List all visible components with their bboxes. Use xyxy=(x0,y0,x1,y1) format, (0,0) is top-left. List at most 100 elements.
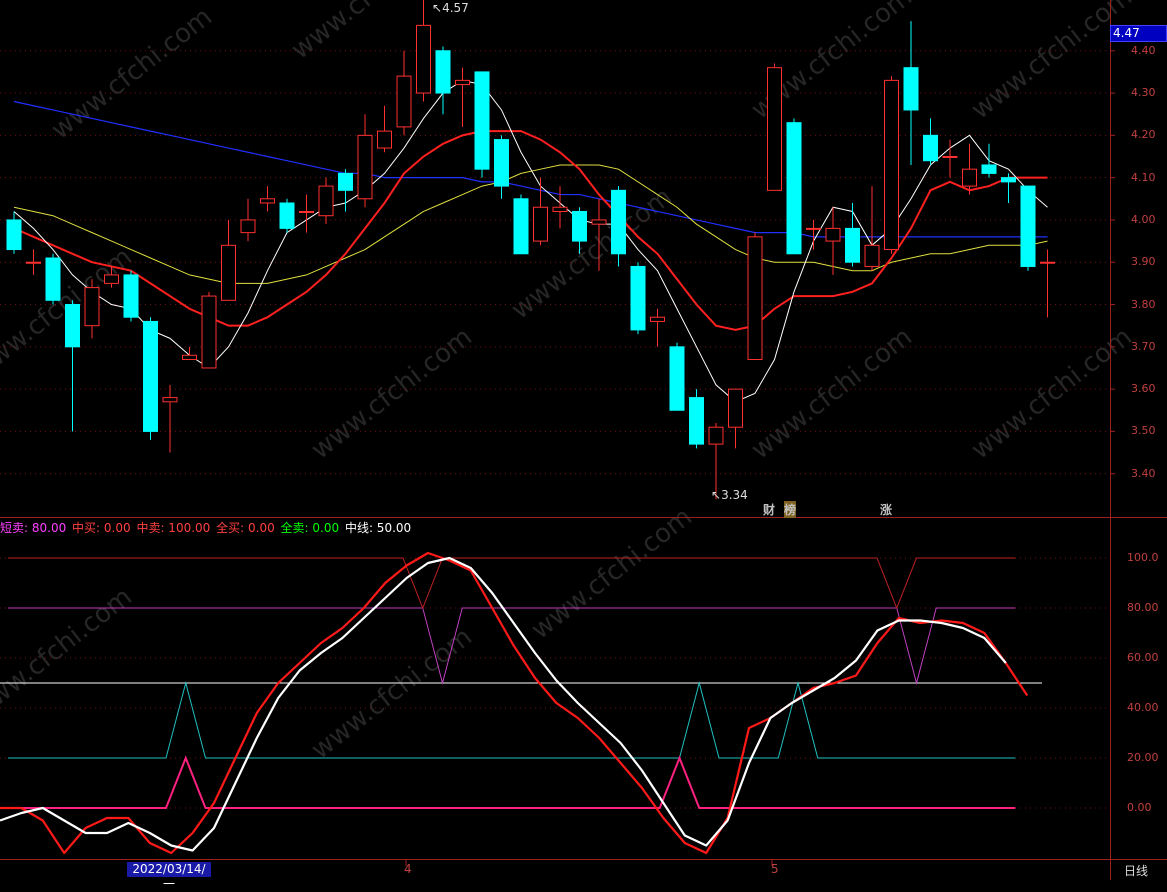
high-price-label: ↖4.57 xyxy=(432,1,469,15)
candle-body xyxy=(416,24,431,94)
candle xyxy=(26,249,41,275)
price-tick-label: 3.60 xyxy=(1131,382,1156,396)
candle xyxy=(513,194,529,255)
candle xyxy=(182,346,197,361)
price-tick-label: 3.50 xyxy=(1131,424,1156,438)
watermark-text: www.cfchi.com xyxy=(0,582,138,726)
watermark-text: www.cfchi.com xyxy=(506,182,678,326)
indicator-legend: 短卖: 80.00 中买: 0.00 中卖: 100.00 全买: 0.00 全… xyxy=(0,519,413,536)
watermark-text: www.cfchi.com xyxy=(306,322,478,466)
candle-body xyxy=(962,168,977,187)
indicator-tick-label: 100.0 xyxy=(1127,551,1159,564)
candle xyxy=(767,63,782,191)
candle xyxy=(143,317,158,440)
candle xyxy=(962,143,977,195)
candle-body xyxy=(455,79,470,86)
candle-body xyxy=(1040,261,1055,264)
list-marker[interactable]: 榜 xyxy=(784,501,797,518)
legend-short-sell: 短卖: 80.00 xyxy=(0,521,67,535)
candle xyxy=(825,207,841,275)
candle-body xyxy=(708,426,724,445)
candle-body xyxy=(630,265,646,331)
cursor-date: 2022/03/14/一 xyxy=(127,862,211,891)
candle-body xyxy=(26,261,41,264)
price-grid xyxy=(0,50,1110,475)
indicator-tick-label: 60.00 xyxy=(1127,651,1159,664)
current-price-tag: 4.47 xyxy=(1110,25,1167,42)
indicator-tick-label: 80.00 xyxy=(1127,601,1159,614)
price-tick-label: 4.00 xyxy=(1131,212,1156,226)
candlesticks xyxy=(6,0,1055,500)
candle-body xyxy=(1020,185,1036,267)
limit-up-marker[interactable]: 涨 xyxy=(880,501,892,518)
candle xyxy=(84,279,100,339)
price-tick-label: 3.80 xyxy=(1131,297,1156,311)
candle xyxy=(845,203,860,267)
candle xyxy=(435,46,451,115)
price-tick-label: 4.10 xyxy=(1131,170,1156,184)
legend-mid-buy: 中买: 0.00 xyxy=(72,521,131,535)
candle-body xyxy=(884,79,899,251)
candle-body xyxy=(591,219,607,225)
candle xyxy=(1001,173,1016,204)
candle-body xyxy=(260,198,275,204)
candle-body xyxy=(162,397,178,403)
stock-chart[interactable]: www.cfchi.comwww.cfchi.comwww.cfchi.com w… xyxy=(0,0,1167,880)
candle xyxy=(221,219,236,301)
candle-body xyxy=(572,210,587,242)
candle xyxy=(396,50,412,136)
candle-body xyxy=(474,71,490,170)
candle-body xyxy=(65,304,80,348)
period-selector[interactable]: 日线 xyxy=(1124,862,1148,879)
watermark-text: www.cfchi.com xyxy=(306,622,478,766)
candle-body xyxy=(123,274,139,318)
candle-body xyxy=(903,67,919,111)
indicator-tick-label: 0.00 xyxy=(1127,801,1152,814)
candle-body xyxy=(201,295,217,369)
candle-body xyxy=(104,274,119,284)
price-tick-label: 3.90 xyxy=(1131,255,1156,269)
candle xyxy=(455,67,470,127)
candle xyxy=(318,177,334,225)
candle xyxy=(669,342,685,411)
candle xyxy=(377,105,392,153)
candle-body xyxy=(689,397,704,445)
financial-report-marker[interactable]: 财 xyxy=(763,501,775,518)
indicator-tick-label: 20.00 xyxy=(1127,751,1159,764)
indicator-lines xyxy=(0,551,1042,855)
candle-body xyxy=(435,50,451,94)
price-tick-label: 4.30 xyxy=(1131,86,1156,100)
candle xyxy=(689,389,704,449)
candle-body xyxy=(552,206,568,212)
candle-body xyxy=(84,287,100,327)
candle-body xyxy=(786,122,802,255)
candle-body xyxy=(299,210,314,213)
candle-body xyxy=(942,155,958,158)
candle xyxy=(162,384,178,453)
month-label-may: 5 xyxy=(771,862,779,876)
price-tick-label: 3.40 xyxy=(1131,466,1156,480)
buy-signal-line xyxy=(8,755,1016,809)
candle-body xyxy=(806,227,821,230)
candle-body xyxy=(396,75,412,128)
candle xyxy=(533,177,548,246)
legend-midline: 中线: 50.00 xyxy=(344,521,412,535)
candle-body xyxy=(728,388,743,428)
candle-body xyxy=(864,244,880,267)
candle xyxy=(240,198,256,242)
candle xyxy=(630,262,646,335)
candle-body xyxy=(45,257,61,301)
candle xyxy=(494,135,509,199)
candle xyxy=(552,186,568,229)
candle-body xyxy=(981,164,997,174)
candle xyxy=(299,194,314,233)
month-label-april: 4 xyxy=(404,862,412,876)
candle-body xyxy=(513,198,529,255)
candle xyxy=(65,300,80,432)
candle-body xyxy=(279,202,295,229)
watermark-text: www.cfchi.com xyxy=(746,322,918,466)
candle-body xyxy=(338,172,353,191)
watermark-text: www.cfchi.com xyxy=(966,0,1138,126)
candle xyxy=(338,169,353,212)
watermark-layer: www.cfchi.comwww.cfchi.comwww.cfchi.com w… xyxy=(0,0,1138,766)
